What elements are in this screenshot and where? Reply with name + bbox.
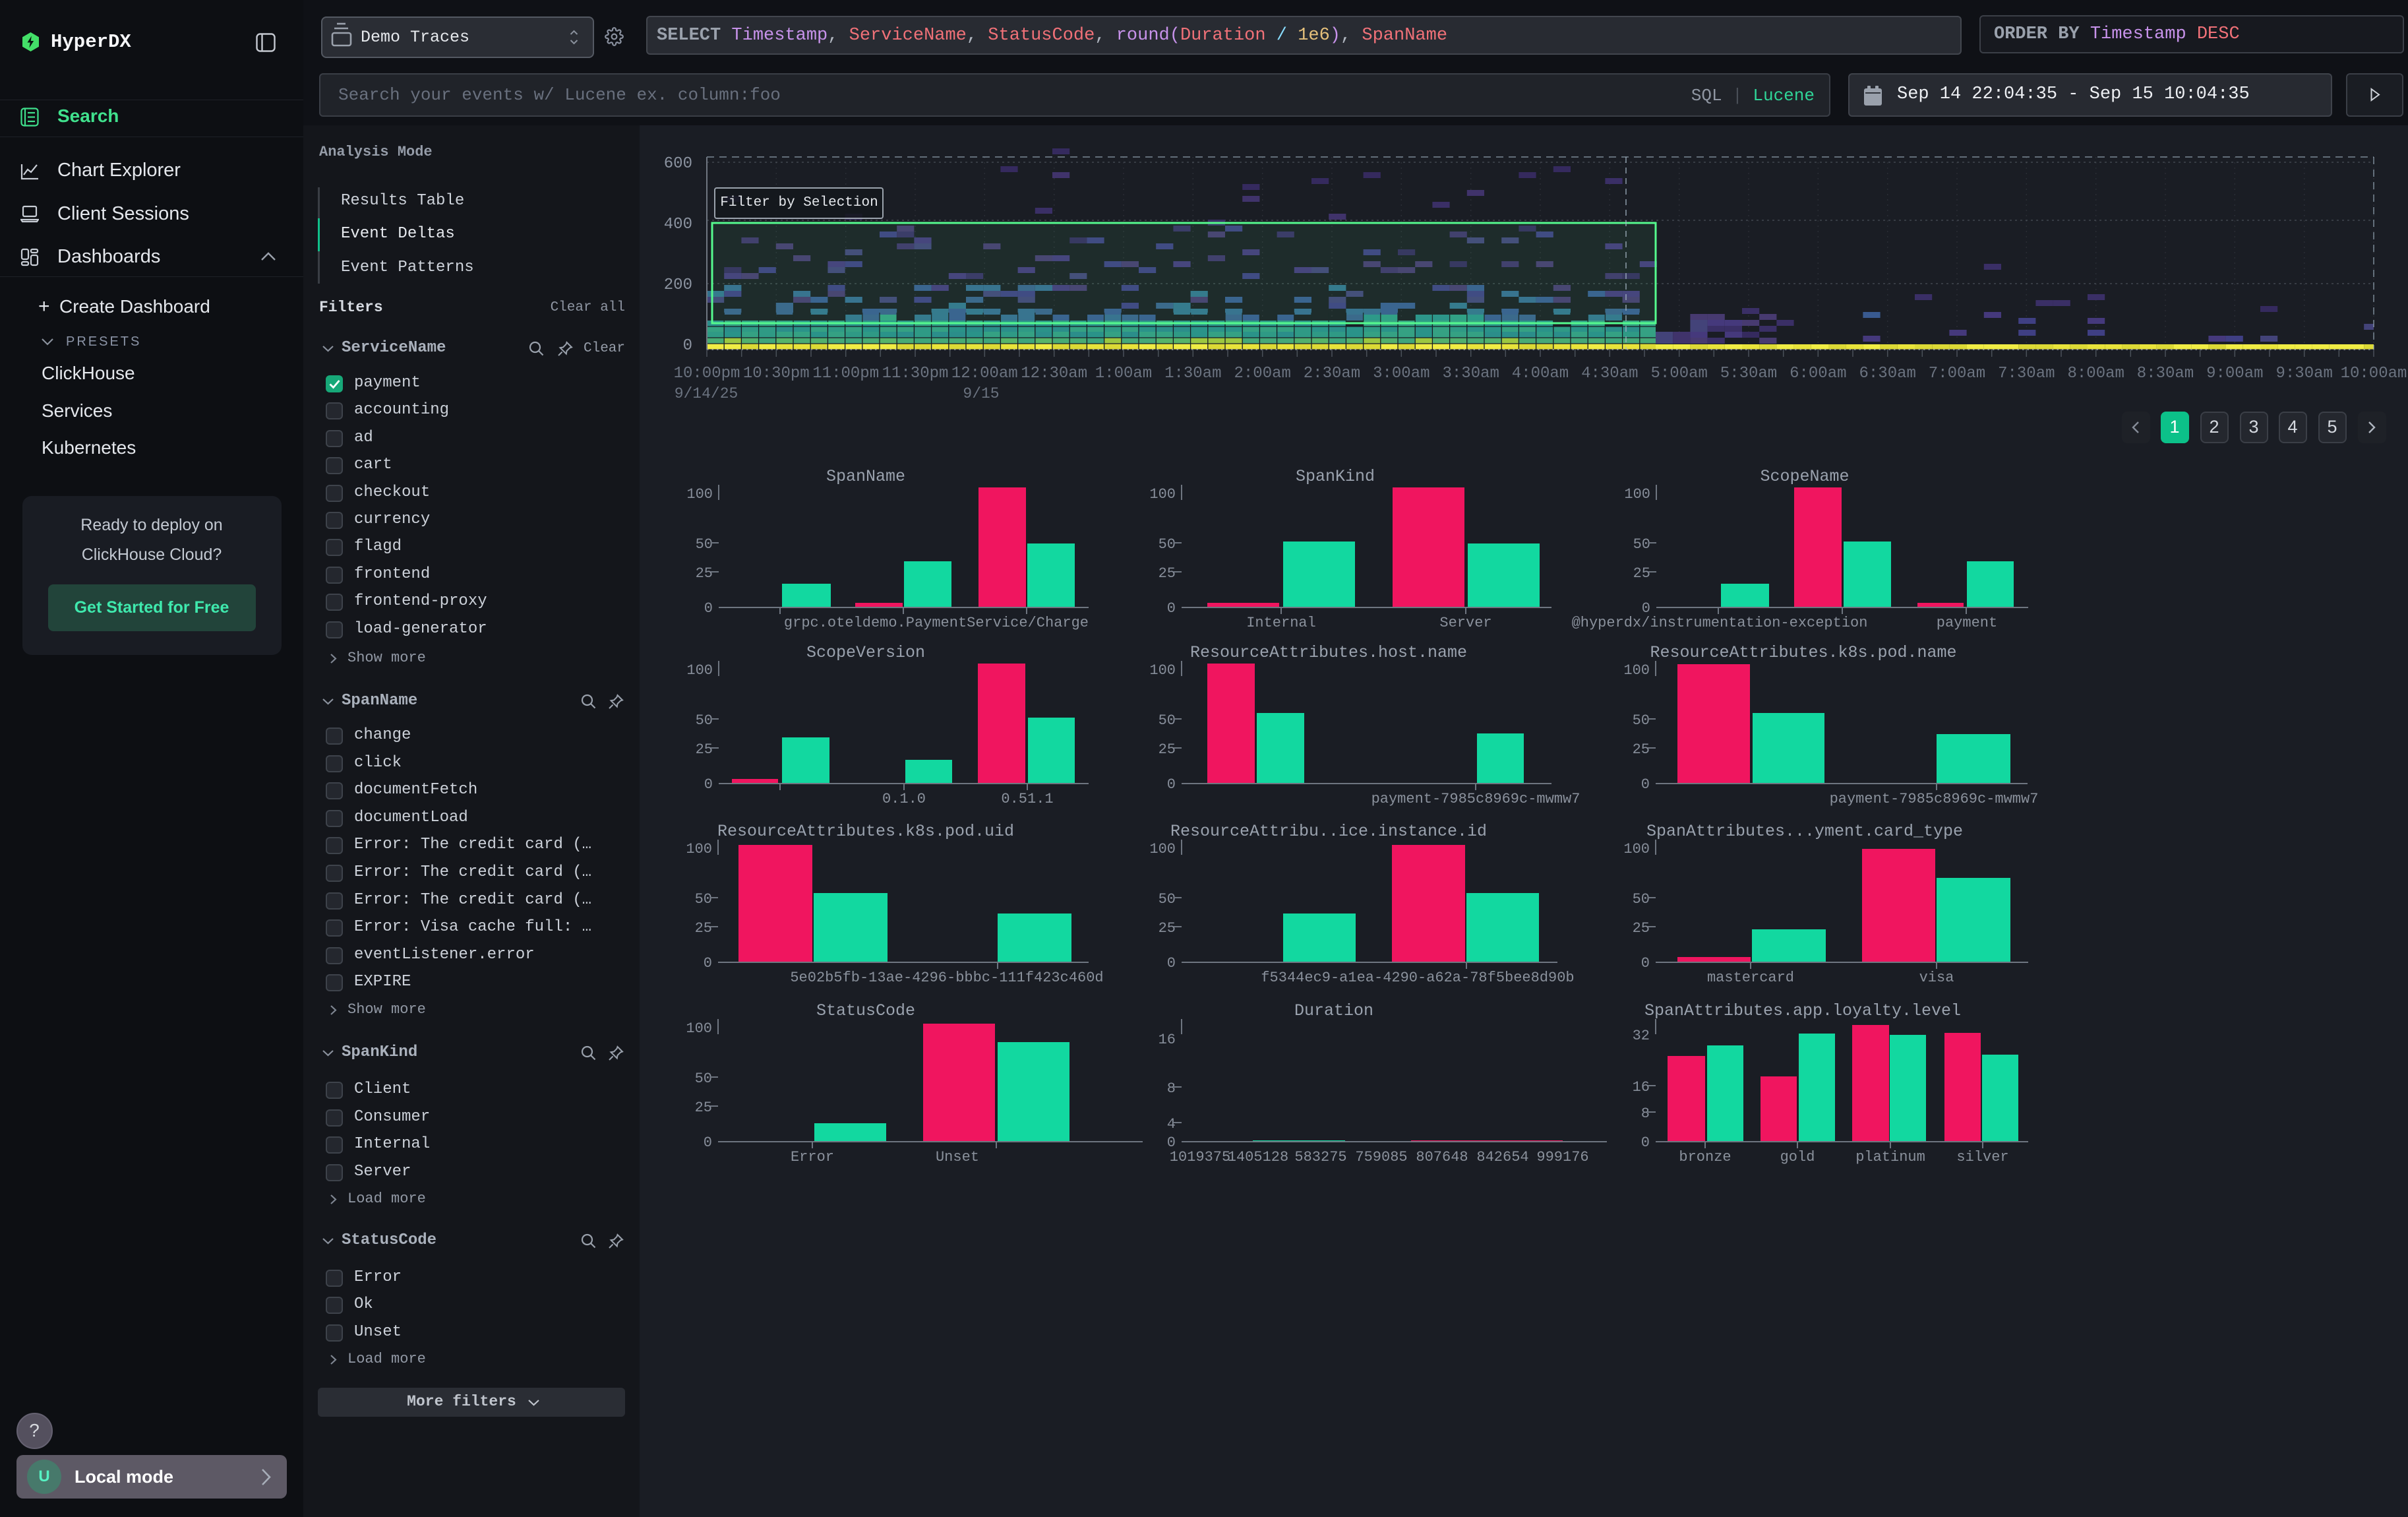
svg-text:0.1.0: 0.1.0 <box>882 791 926 807</box>
svg-text:50: 50 <box>695 1070 712 1087</box>
svg-text:SpanAttributes.app.loyalty.lev: SpanAttributes.app.loyalty.level <box>1644 1001 1961 1020</box>
svg-text:50: 50 <box>696 712 713 729</box>
svg-text:25: 25 <box>1159 741 1176 758</box>
svg-text:16: 16 <box>1159 1032 1176 1048</box>
svg-text:ResourceAttributes.k8s.pod.nam: ResourceAttributes.k8s.pod.name <box>1650 643 1956 662</box>
svg-text:Unset: Unset <box>936 1149 979 1165</box>
svg-text:25: 25 <box>1159 920 1176 937</box>
svg-text:759085: 759085 <box>1355 1149 1407 1165</box>
svg-text:Error: Error <box>791 1149 834 1165</box>
svg-text:0: 0 <box>1167 776 1176 793</box>
svg-text:payment-7985c8969c-mwmw7: payment-7985c8969c-mwmw7 <box>1371 791 1580 807</box>
svg-text:payment: payment <box>1937 615 1997 631</box>
svg-text:@hyperdx/instrumentation-excep: @hyperdx/instrumentation-exception <box>1572 615 1868 631</box>
svg-text:StatusCode: StatusCode <box>816 1001 915 1020</box>
svg-text:50: 50 <box>1633 536 1650 553</box>
svg-text:payment-7985c8969c-mwmw7: payment-7985c8969c-mwmw7 <box>1830 791 2039 807</box>
svg-text:1019375: 1019375 <box>1170 1149 1230 1165</box>
svg-text:50: 50 <box>1633 712 1650 729</box>
svg-text:100: 100 <box>1149 662 1176 679</box>
svg-text:0: 0 <box>704 600 713 617</box>
svg-text:SpanName: SpanName <box>826 467 905 486</box>
svg-text:0.51.1: 0.51.1 <box>1001 791 1053 807</box>
svg-text:583275: 583275 <box>1294 1149 1346 1165</box>
svg-text:0: 0 <box>1641 1134 1650 1151</box>
svg-text:100: 100 <box>686 662 713 679</box>
svg-text:Internal: Internal <box>1246 615 1316 631</box>
svg-text:8: 8 <box>1167 1080 1176 1097</box>
svg-text:8: 8 <box>1641 1105 1650 1122</box>
svg-text:0: 0 <box>1641 955 1650 972</box>
svg-text:1405128: 1405128 <box>1228 1149 1288 1165</box>
svg-text:SpanAttributes...yment.card_ty: SpanAttributes...yment.card_type <box>1646 822 1963 841</box>
svg-text:visa: visa <box>1919 970 1954 986</box>
svg-text:842654: 842654 <box>1476 1149 1528 1165</box>
svg-text:25: 25 <box>1159 565 1176 582</box>
svg-text:50: 50 <box>1159 712 1176 729</box>
svg-text:25: 25 <box>696 741 713 758</box>
svg-text:ScopeName: ScopeName <box>1760 467 1849 486</box>
svg-text:ScopeVersion: ScopeVersion <box>806 643 925 662</box>
svg-text:100: 100 <box>1624 486 1650 503</box>
svg-text:SpanKind: SpanKind <box>1296 467 1375 486</box>
svg-text:0: 0 <box>1167 600 1176 617</box>
svg-text:4: 4 <box>1167 1116 1176 1132</box>
svg-text:25: 25 <box>696 565 713 582</box>
svg-text:ResourceAttributes.k8s.pod.uid: ResourceAttributes.k8s.pod.uid <box>717 822 1014 841</box>
svg-text:807648: 807648 <box>1416 1149 1468 1165</box>
svg-text:0: 0 <box>704 776 713 793</box>
svg-text:50: 50 <box>1159 891 1176 908</box>
svg-text:100: 100 <box>1149 841 1176 857</box>
svg-text:25: 25 <box>1633 565 1650 582</box>
svg-text:ResourceAttribu..ice.instance.: ResourceAttribu..ice.instance.id <box>1170 822 1487 841</box>
svg-text:f5344ec9-a1ea-4290-a62a-78f5be: f5344ec9-a1ea-4290-a62a-78f5bee8d90b <box>1261 970 1574 986</box>
svg-text:bronze: bronze <box>1679 1149 1731 1165</box>
svg-text:0: 0 <box>1641 776 1650 793</box>
svg-text:50: 50 <box>1159 536 1176 553</box>
svg-text:silver: silver <box>1956 1149 2008 1165</box>
svg-text:0: 0 <box>704 955 712 972</box>
svg-text:ResourceAttributes.host.name: ResourceAttributes.host.name <box>1190 643 1467 662</box>
svg-text:100: 100 <box>686 1020 712 1037</box>
svg-text:16: 16 <box>1633 1079 1650 1096</box>
svg-text:grpc.oteldemo.PaymentService/C: grpc.oteldemo.PaymentService/Charge <box>784 615 1089 631</box>
svg-text:999176: 999176 <box>1536 1149 1588 1165</box>
svg-text:0: 0 <box>1167 955 1176 972</box>
svg-text:100: 100 <box>1623 662 1650 679</box>
svg-text:100: 100 <box>1149 486 1176 503</box>
svg-text:25: 25 <box>695 1099 712 1116</box>
svg-text:25: 25 <box>1633 741 1650 758</box>
svg-text:Duration: Duration <box>1294 1001 1373 1020</box>
svg-text:mastercard: mastercard <box>1707 970 1794 986</box>
svg-text:platinum: platinum <box>1855 1149 1925 1165</box>
svg-text:Server: Server <box>1439 615 1491 631</box>
svg-text:0: 0 <box>704 1134 712 1151</box>
svg-text:25: 25 <box>695 920 712 937</box>
svg-text:25: 25 <box>1633 920 1650 937</box>
svg-text:50: 50 <box>1633 891 1650 908</box>
svg-text:100: 100 <box>686 841 712 857</box>
svg-text:50: 50 <box>695 891 712 908</box>
svg-text:32: 32 <box>1633 1028 1650 1044</box>
svg-text:100: 100 <box>1623 841 1650 857</box>
svg-text:5e02b5fb-13ae-4296-bbbc-111f42: 5e02b5fb-13ae-4296-bbbc-111f423c460d <box>790 970 1103 986</box>
svg-text:50: 50 <box>696 536 713 553</box>
svg-text:100: 100 <box>686 486 713 503</box>
svg-text:gold: gold <box>1780 1149 1815 1165</box>
